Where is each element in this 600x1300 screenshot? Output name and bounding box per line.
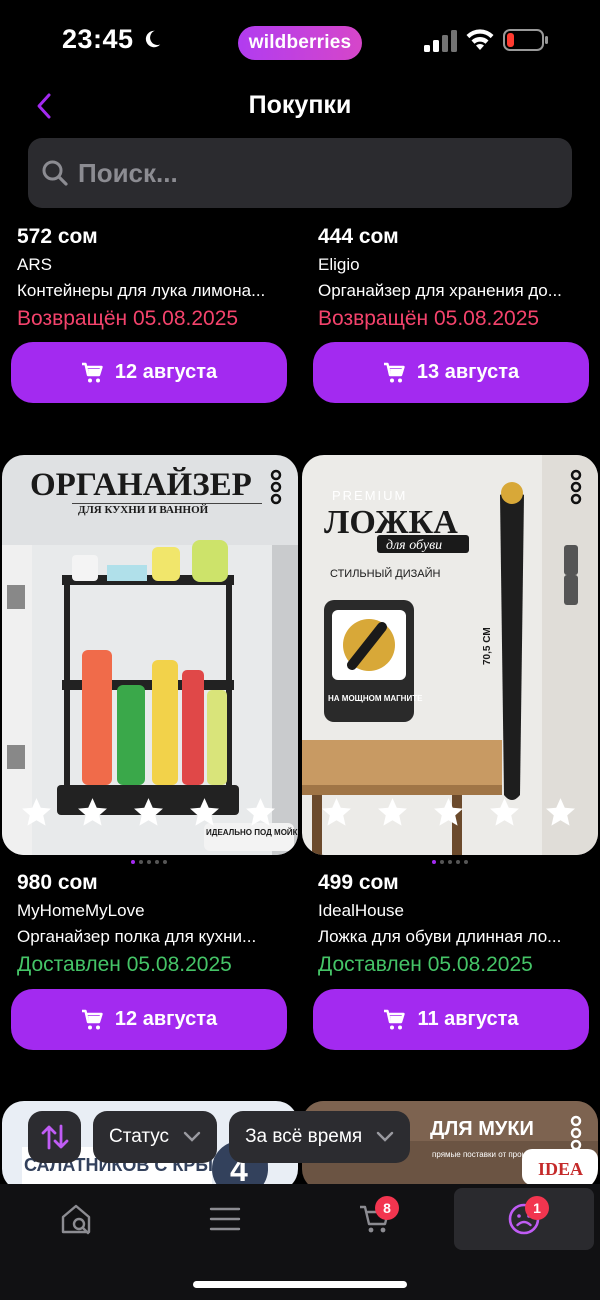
product-card[interactable]: 980 сом MyHomeMyLove Органайзер полка дл… <box>17 870 315 979</box>
product-price: 444 сом <box>318 225 399 248</box>
product-card[interactable]: 572 сом ARS Контейнеры для лука лимона..… <box>17 224 315 333</box>
status-bar: 23:45 wildberries <box>0 0 600 84</box>
product-name: Органайзер для хранения до... <box>318 281 562 300</box>
chevron-down-icon <box>377 1131 394 1142</box>
product-image-shoehorn[interactable]: PREMIUM ЛОЖКА для обуви СТИЛЬНЫЙ ДИЗАЙН … <box>302 455 598 855</box>
product-seller: IdealHouse <box>318 901 405 920</box>
rating-stars <box>20 796 277 829</box>
star-icon <box>320 796 353 829</box>
product-seller: Eligio <box>318 255 360 274</box>
sort-arrows-icon <box>41 1124 68 1150</box>
order-status: Доставлен 05.08.2025 <box>17 953 232 976</box>
product-price: 572 сом <box>17 225 98 248</box>
more-options-icon[interactable] <box>268 469 284 505</box>
delivery-date-label: 12 августа <box>114 361 218 383</box>
rating-stars <box>320 796 577 829</box>
image-headline: ОРГАНАЙЗЕР <box>30 466 252 503</box>
more-options-icon[interactable] <box>568 1115 584 1151</box>
add-to-cart-button[interactable]: 12 августа <box>11 342 287 403</box>
cart-badge: 8 <box>375 1196 399 1220</box>
star-icon <box>188 796 221 829</box>
organizer-photo: ОРГАНАЙЗЕР ДЛЯ КУХНИ И ВАННОЙ ИДЕАЛЬНО П… <box>2 455 298 855</box>
cart-icon <box>81 362 103 382</box>
cart-icon <box>383 362 405 382</box>
star-icon <box>432 796 465 829</box>
order-status: Доставлен 05.08.2025 <box>318 953 533 976</box>
star-icon <box>76 796 109 829</box>
home-search-icon <box>61 1204 91 1235</box>
status-filter[interactable]: Статус <box>93 1111 218 1163</box>
cart-icon <box>81 1009 103 1029</box>
battery-icon <box>503 29 548 51</box>
image-magnet: НА МОЩНОМ МАГНИТЕ <box>328 694 423 703</box>
image-subline: для обуви <box>386 538 442 553</box>
status-filter-label: Статус <box>109 1126 170 1147</box>
delivery-date-label: 13 августа <box>416 361 520 383</box>
star-icon <box>20 796 53 829</box>
image-pager <box>131 860 167 864</box>
add-to-cart-button[interactable]: 12 августа <box>11 989 287 1050</box>
product-seller: ARS <box>17 255 52 274</box>
product-name: Органайзер полка для кухни... <box>17 927 257 946</box>
status-time: 23:45 <box>62 24 134 54</box>
add-to-cart-button[interactable]: 11 августа <box>313 989 589 1050</box>
product-price: 980 сом <box>17 871 98 894</box>
delivery-date-label: 11 августа <box>417 1008 519 1030</box>
image-sticker: ИДЕАЛЬНО ПОД МОЙКУ! <box>206 828 298 837</box>
search-bar[interactable] <box>28 138 572 208</box>
star-icon <box>244 796 277 829</box>
filter-bar: Статус За всё время <box>28 1111 411 1163</box>
cart-icon <box>384 1009 406 1029</box>
search-icon <box>42 160 68 186</box>
product-card[interactable]: 499 сом IdealHouse Ложка для обуви длинн… <box>318 870 600 979</box>
menu-icon <box>209 1207 241 1231</box>
product-name: Контейнеры для лука лимона... <box>17 281 266 300</box>
image-headline: ДЛЯ МУКИ <box>430 1118 534 1140</box>
signal-icon <box>424 30 457 52</box>
delivery-date-label: 12 августа <box>114 1008 218 1030</box>
period-filter[interactable]: За всё время <box>229 1111 411 1163</box>
star-icon <box>132 796 165 829</box>
profile-badge: 1 <box>525 1196 549 1220</box>
brand-logo: wildberries <box>238 26 362 60</box>
chevron-down-icon <box>183 1131 201 1142</box>
image-pager <box>432 860 468 864</box>
tab-home[interactable] <box>6 1188 146 1250</box>
order-status: Возвращён 05.08.2025 <box>17 307 239 330</box>
star-icon <box>376 796 409 829</box>
image-size: 70,5 СМ <box>482 627 493 665</box>
tab-catalog[interactable] <box>155 1188 295 1250</box>
shoehorn-photo: PREMIUM ЛОЖКА для обуви СТИЛЬНЫЙ ДИЗАЙН … <box>302 455 598 855</box>
period-filter-label: За всё время <box>245 1126 363 1147</box>
add-to-cart-button[interactable]: 13 августа <box>313 342 589 403</box>
tab-profile[interactable]: 1 <box>454 1188 594 1250</box>
image-subline: ДЛЯ КУХНИ И ВАННОЙ <box>78 504 209 516</box>
star-icon <box>488 796 521 829</box>
order-status: Возвращён 05.08.2025 <box>318 307 540 330</box>
search-input[interactable] <box>78 157 518 189</box>
product-seller: MyHomeMyLove <box>17 901 145 920</box>
product-card[interactable]: 444 сом Eligio Органайзер для хранения д… <box>318 224 600 333</box>
brand-logo-idea: IDEA <box>538 1159 583 1179</box>
product-image-organizer[interactable]: ОРГАНАЙЗЕР ДЛЯ КУХНИ И ВАННОЙ ИДЕАЛЬНО П… <box>2 455 298 855</box>
product-name: Ложка для обуви длинная ло... <box>318 927 562 946</box>
image-feature: СТИЛЬНЫЙ ДИЗАЙН <box>330 567 441 580</box>
product-price: 499 сом <box>318 871 399 894</box>
home-indicator <box>193 1281 407 1288</box>
tab-cart[interactable]: 8 <box>305 1188 445 1250</box>
wifi-icon <box>466 29 494 50</box>
page-title: Покупки <box>248 91 352 119</box>
image-premium: PREMIUM <box>332 488 407 503</box>
sort-button[interactable] <box>28 1111 81 1163</box>
star-icon <box>544 796 577 829</box>
moon-icon <box>145 30 161 48</box>
more-options-icon[interactable] <box>568 469 584 505</box>
